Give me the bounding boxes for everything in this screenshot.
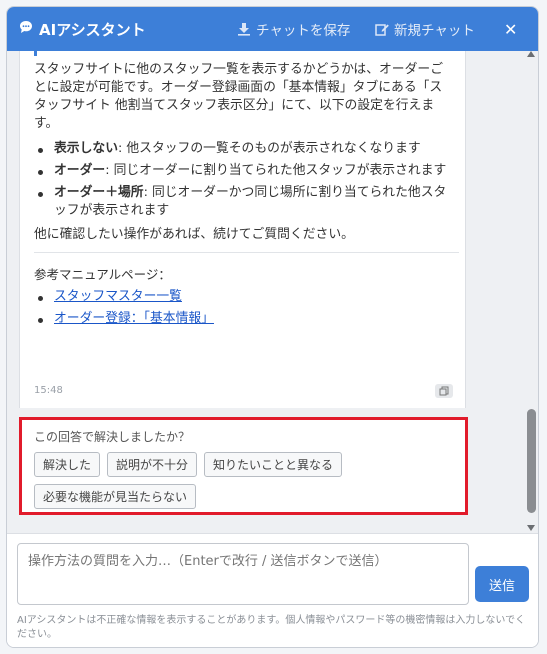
option-term: オーダー <box>54 162 106 178</box>
feedback-options: 解決した 説明が不十分 知りたいことと異なる 必要な機能が見当たらない <box>34 452 364 509</box>
download-icon <box>238 23 250 36</box>
list-item: オーダー＋場所: 同じオーダーかつ同じ場所に割り当てられた他スタッフが表示されま… <box>34 184 453 220</box>
message-footer: 15:48 <box>34 382 453 400</box>
scroll-up-icon[interactable] <box>527 51 535 57</box>
input-area: 送信 AIアシスタントは不正確な情報を表示することがあります。個人情報やパスワー… <box>7 533 538 647</box>
divider <box>34 252 459 254</box>
save-chat-button[interactable]: チャットを保存 <box>237 7 350 51</box>
disclaimer-text: AIアシスタントは不正確な情報を表示することがあります。個人情報やパスワード等の… <box>17 615 526 640</box>
assistant-panel: AIアシスタント チャットを保存 新規チャット ✕ スタッフサイトに他のスタッフ… <box>6 6 539 648</box>
message-timestamp: 15:48 <box>34 384 63 396</box>
feedback-box: この回答で解決しましたか？ 解決した 説明が不十分 知りたいことと異なる 必要な… <box>19 417 468 515</box>
assistant-message: スタッフサイトに他のスタッフ一覧を表示するかどうかは、オーダーごとに設定が可能で… <box>19 51 466 408</box>
reference-list: スタッフマスター一覧 オーダー登録：「基本情報」 <box>34 288 453 328</box>
scrollbar-thumb[interactable] <box>527 409 536 513</box>
reference-link-staff-master[interactable]: スタッフマスター一覧 <box>54 289 182 304</box>
option-desc: : 他スタッフの一覧そのものが表示されなくなります <box>117 140 421 156</box>
save-chat-label: チャットを保存 <box>256 23 351 39</box>
panel-title-text: AIアシスタント <box>39 20 146 39</box>
option-term: 表示しない <box>54 140 118 156</box>
feedback-resolved-button[interactable]: 解決した <box>34 452 101 477</box>
chat-log[interactable]: スタッフサイトに他のスタッフ一覧を表示するかどうかは、オーダーごとに設定が可能で… <box>7 51 538 533</box>
message-accent-bar <box>34 51 37 56</box>
reference-title: 参考マニュアルページ： <box>34 267 171 283</box>
message-intro: スタッフサイトに他のスタッフ一覧を表示するかどうかは、オーダーごとに設定が可能で… <box>34 62 443 132</box>
setting-options-list: 表示しない: 他スタッフの一覧そのものが表示されなくなります オーダー: 同じオ… <box>34 140 453 221</box>
copy-icon <box>439 386 449 396</box>
option-term: オーダー＋場所 <box>54 184 144 200</box>
send-button[interactable]: 送信 <box>475 566 529 602</box>
list-item: オーダー: 同じオーダーに割り当てられた他スタッフが表示されます <box>34 162 453 180</box>
close-icon: ✕ <box>504 19 518 39</box>
feedback-different-button[interactable]: 知りたいことと異なる <box>204 452 343 477</box>
edit-icon <box>375 24 389 36</box>
list-item: オーダー登録：「基本情報」 <box>34 310 453 328</box>
follow-up-text: 他に確認したい操作があれば、続けてご質問ください。 <box>34 227 354 243</box>
chat-bubble-icon <box>19 20 33 38</box>
panel-title: AIアシスタント <box>19 19 146 40</box>
panel-header: AIアシスタント チャットを保存 新規チャット ✕ <box>7 7 538 51</box>
list-item: スタッフマスター一覧 <box>34 288 453 306</box>
feedback-question: この回答で解決しましたか？ <box>34 430 191 444</box>
copy-button[interactable] <box>435 384 453 398</box>
scroll-down-icon[interactable] <box>527 525 535 531</box>
reference-link-order-basic[interactable]: オーダー登録：「基本情報」 <box>54 311 214 326</box>
feedback-missing-feature-button[interactable]: 必要な機能が見当たらない <box>34 484 197 509</box>
list-item: 表示しない: 他スタッフの一覧そのものが表示されなくなります <box>34 140 453 158</box>
question-input[interactable] <box>17 543 469 605</box>
option-desc: : 同じオーダーに割り当てられた他スタッフが表示されます <box>105 162 447 178</box>
new-chat-button[interactable]: 新規チャット <box>375 7 475 51</box>
close-button[interactable]: ✕ <box>504 7 522 51</box>
feedback-insufficient-button[interactable]: 説明が不十分 <box>107 452 198 477</box>
new-chat-label: 新規チャット <box>394 23 475 39</box>
